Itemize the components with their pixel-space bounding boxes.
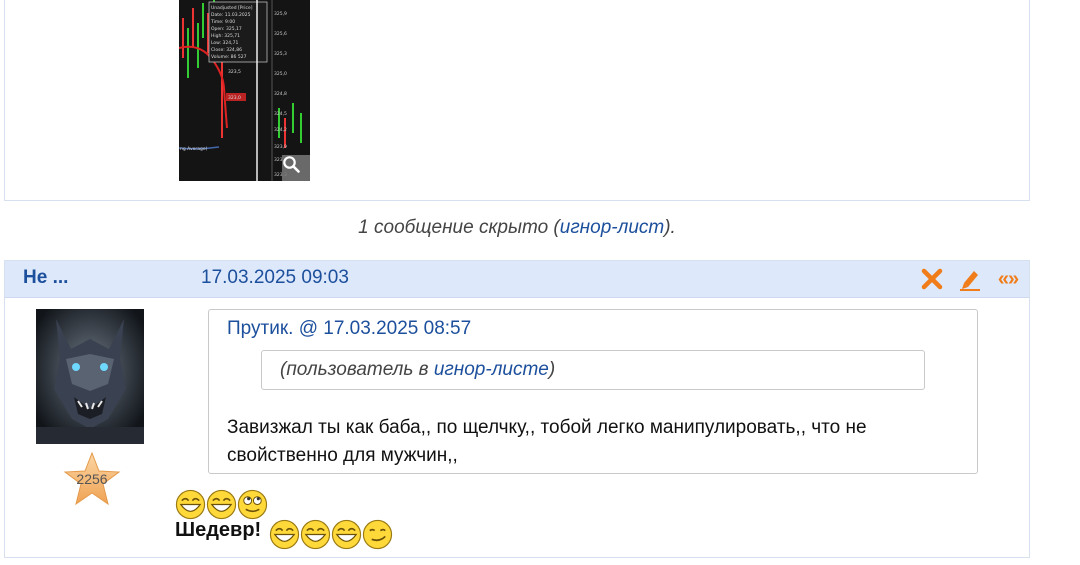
- smirk-smiley-icon: [362, 519, 393, 550]
- close-icon[interactable]: [919, 266, 945, 292]
- quote-block: Прутик. @ 17.03.2025 08:57 (пользователь…: [208, 309, 978, 474]
- rating-value: 2256: [76, 471, 108, 487]
- nested-quote-suffix: ): [548, 359, 556, 380]
- marker-label: 323,0: [228, 95, 241, 101]
- rating-star: 2256: [63, 451, 121, 509]
- price-tick: 325,6: [274, 31, 287, 37]
- hidden-messages-note: 1 сообщение скрыто (игнор-лист).: [0, 217, 1034, 239]
- post-header: Не ... 17.03.2025 09:03 «»: [5, 261, 1029, 298]
- price-tick: 325,0: [274, 71, 287, 77]
- legend-line: Low: 324,71: [211, 40, 238, 46]
- legend-line: Unadjusted [Price]: [211, 5, 253, 11]
- indicator-label: ng Average): [180, 146, 208, 152]
- laughing-smiley-icon: [331, 519, 362, 550]
- post-body-text: Шедевр!: [175, 519, 262, 541]
- price-tick: 325,3: [274, 51, 287, 57]
- rolling-eyes-smiley-icon: [237, 489, 268, 520]
- ignore-list-link-nested[interactable]: игнор-листе: [434, 359, 549, 380]
- price-tick: 324,2: [274, 127, 287, 133]
- hidden-note-text: 1 сообщение скрыто (: [358, 217, 560, 238]
- price-tick: 324,5: [274, 111, 287, 117]
- laughing-smiley-icon: [175, 489, 206, 520]
- price-tick: 324,8: [274, 91, 287, 97]
- chart-thumbnail[interactable]: Unadjusted [Price] Date: 11.03.2025 Time…: [179, 0, 310, 181]
- quote-button[interactable]: «»: [995, 266, 1021, 292]
- quote-header[interactable]: Прутик. @ 17.03.2025 08:57: [227, 318, 471, 340]
- magnifier-icon[interactable]: [282, 155, 310, 181]
- ignore-list-link[interactable]: игнор-лист: [560, 217, 664, 238]
- author-name[interactable]: Не ...: [23, 267, 68, 289]
- laughing-smiley-icon: [269, 519, 300, 550]
- chart-thumbnail-graphic: Unadjusted [Price] Date: 11.03.2025 Time…: [179, 0, 310, 181]
- legend-line: Close: 324,86: [211, 47, 242, 53]
- post-date[interactable]: 17.03.2025 09:03: [201, 267, 349, 289]
- nested-quote-prefix: (пользователь в: [280, 359, 434, 380]
- marker-label: 323,5: [228, 69, 241, 75]
- legend-line: Open: 325,17: [211, 26, 242, 32]
- laughing-smiley-icon: [300, 519, 331, 550]
- hidden-note-suffix: ).: [664, 217, 676, 238]
- smiley-row: [269, 519, 393, 550]
- legend-line: Time: 9:00: [210, 19, 235, 25]
- forum-post: Не ... 17.03.2025 09:03 «» 2256 Прутик. …: [4, 260, 1030, 558]
- post-actions: «»: [919, 266, 1021, 292]
- legend-line: Volume: 86 527: [211, 54, 247, 60]
- smiley-row: [175, 489, 268, 520]
- pencil-icon[interactable]: [957, 266, 983, 292]
- nested-quote: (пользователь в игнор-листе): [261, 350, 925, 390]
- price-tick: 325,9: [274, 11, 287, 17]
- legend-line: Date: 11.03.2025: [211, 12, 251, 18]
- avatar[interactable]: [36, 309, 144, 444]
- nested-quote-text: (пользователь в игнор-листе): [280, 359, 555, 381]
- legend-line: High: 325,71: [211, 33, 240, 39]
- previous-post: Unadjusted [Price] Date: 11.03.2025 Time…: [4, 0, 1030, 201]
- quote-text: Завизжал ты как баба,, по щелчку,, тобой…: [227, 417, 867, 466]
- price-tick: 323,9: [274, 144, 287, 150]
- laughing-smiley-icon: [206, 489, 237, 520]
